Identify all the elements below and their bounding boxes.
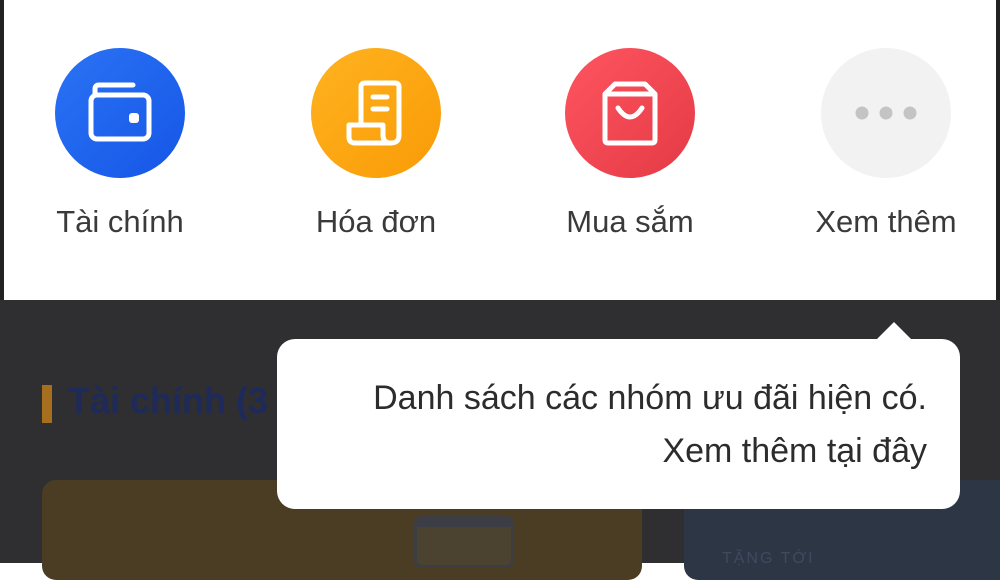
screen-right-edge bbox=[996, 0, 1000, 300]
more-dots-icon bbox=[821, 48, 951, 178]
category-shopping[interactable]: Mua sắm bbox=[530, 48, 730, 248]
category-label: Tài chính bbox=[56, 204, 184, 239]
category-label: Mua sắm bbox=[566, 204, 694, 239]
offer-card-text: TẶNG TỚI bbox=[722, 550, 815, 567]
category-label: Hóa đơn bbox=[315, 204, 437, 239]
section-marker bbox=[42, 385, 52, 423]
category-more[interactable]: Xem thêm bbox=[786, 48, 986, 248]
tooltip-line-1: Danh sách các nhóm ưu đãi hiện có. bbox=[373, 379, 927, 417]
tooltip-line-2: Xem thêm tại đây bbox=[662, 432, 927, 470]
section-title: Tài chính (3 bbox=[68, 380, 269, 421]
category-label: Xem thêm bbox=[815, 204, 957, 239]
category-bills[interactable]: Hóa đơn bbox=[276, 48, 476, 248]
browser-illustration-icon bbox=[414, 516, 514, 568]
tooltip[interactable]: Danh sách các nhóm ưu đãi hiện có. Xem t… bbox=[277, 339, 960, 509]
wallet-icon bbox=[55, 48, 185, 178]
screen-left-edge bbox=[0, 0, 4, 300]
category-finance[interactable]: Tài chính bbox=[20, 48, 220, 248]
receipt-icon bbox=[311, 48, 441, 178]
shopping-bag-icon bbox=[565, 48, 695, 178]
tooltip-arrow bbox=[876, 322, 912, 340]
